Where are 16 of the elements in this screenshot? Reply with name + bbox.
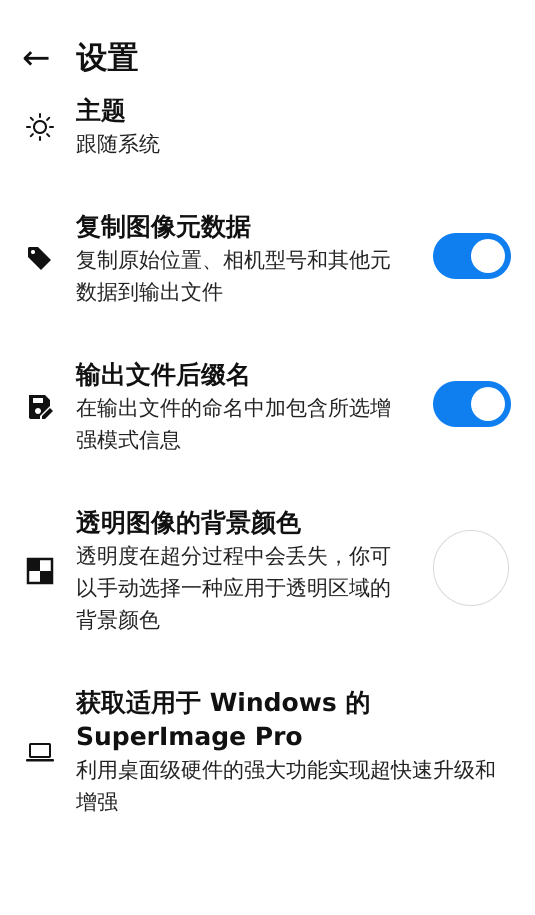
setting-description: 复制原始位置、相机型号和其他元数据到输出文件 [76, 247, 392, 306]
setting-description: 利用桌面级硬件的强大功能实现超快速升级和增强 [76, 757, 497, 816]
setting-description: 跟随系统 [76, 131, 161, 158]
setting-title: 获取适用于 Windows 的 SuperImage Pro [76, 687, 372, 753]
back-button[interactable]: ← [22, 41, 50, 75]
toggle-switch[interactable] [433, 232, 511, 278]
page-title: 设置 [76, 38, 138, 78]
setting-title: 输出文件后缀名 [76, 359, 252, 391]
setting-title: 透明图像的背景颜色 [76, 507, 302, 539]
setting-title: 主题 [76, 95, 127, 127]
setting-description: 在输出文件的命名中加包含所选增强模式信息 [76, 395, 392, 454]
toggle-switch[interactable] [433, 380, 511, 426]
setting-description: 透明度在超分过程中会丢失，你可以手动选择一种应用于透明区域的背景颜色 [76, 543, 392, 634]
sun-icon [25, 112, 55, 142]
setting-title: 复制图像元数据 [76, 211, 252, 243]
checkerboard-icon [25, 556, 55, 586]
